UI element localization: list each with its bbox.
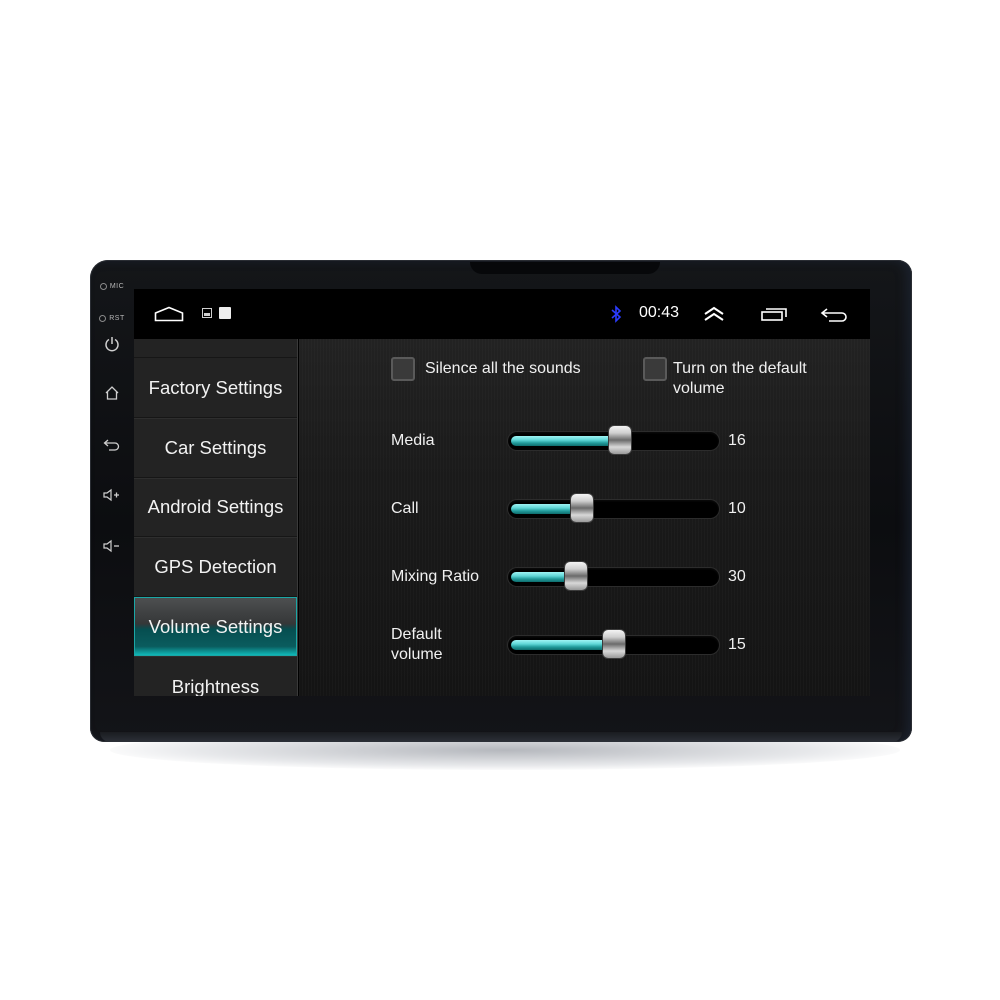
slider-thumb[interactable] <box>571 494 593 522</box>
checkbox-label: Silence all the sounds <box>425 360 581 377</box>
sidebar-item-label: Brightness <box>171 675 260 697</box>
device-top-notch <box>470 262 660 274</box>
hardware-home-button[interactable] <box>90 383 134 403</box>
sidebar-item-label: Android Settings <box>147 495 284 517</box>
nav-home-button[interactable] <box>154 306 184 322</box>
home-icon <box>105 386 119 400</box>
slider-thumb[interactable] <box>565 562 587 590</box>
recent-apps-icon <box>761 308 787 321</box>
reset-button[interactable]: RST <box>90 312 134 324</box>
silence-all-sounds-checkbox[interactable] <box>391 357 415 381</box>
slider-label: Call <box>391 500 419 517</box>
hardware-volume-up-button[interactable] <box>90 485 134 505</box>
settings-sidebar[interactable]: Factory Settings Car Settings Android Se… <box>134 339 298 696</box>
sidebar-item-volume-settings[interactable]: Volume Settings <box>134 597 297 656</box>
expand-button[interactable] <box>703 306 725 322</box>
slider-value: 30 <box>728 568 746 585</box>
bluetooth-status <box>610 305 622 323</box>
mic-label: MIC <box>109 282 125 290</box>
sidebar-item-label: GPS Detection <box>154 555 277 577</box>
clock: 00:43 <box>639 304 680 321</box>
mic-indicator: MIC <box>90 280 134 292</box>
reset-hole-icon <box>99 314 107 322</box>
slider-thumb[interactable] <box>603 630 625 658</box>
default-volume-slider[interactable] <box>508 630 719 658</box>
volume-settings-panel: Silence all the sounds Turn on the defau… <box>299 339 870 696</box>
recent-apps-button[interactable] <box>761 307 787 321</box>
back-icon <box>103 439 120 451</box>
media-volume-slider[interactable] <box>508 426 719 454</box>
status-bar: 00:43 <box>134 289 870 339</box>
screen: 00:43 Factory Settings Car Settings Andr… <box>134 289 870 696</box>
checkbox-label: Turn on the default volume <box>673 360 807 397</box>
slider-label: Media <box>391 432 435 449</box>
sidebar-item-brightness[interactable]: Brightness <box>134 657 297 697</box>
default-volume-option[interactable]: Turn on the default volume <box>643 357 843 399</box>
media-slider-row: Media 16 <box>299 421 870 461</box>
white-square-notification-icon <box>219 307 231 319</box>
slider-label: Default volume <box>391 626 443 663</box>
bluetooth-icon <box>611 305 622 323</box>
default-volume-slider-row: Default volume 15 <box>299 625 870 665</box>
chevron-double-up-icon <box>704 306 724 321</box>
sidebar-item-android-settings[interactable]: Android Settings <box>134 477 297 537</box>
mixing-ratio-slider[interactable] <box>508 562 719 590</box>
power-icon <box>105 337 119 352</box>
volume-down-icon <box>103 539 119 553</box>
slider-thumb[interactable] <box>609 426 631 454</box>
sidebar-item-partial[interactable] <box>134 339 297 358</box>
back-arrow-icon <box>820 308 847 322</box>
sidebar-item-factory-settings[interactable]: Factory Settings <box>134 358 297 418</box>
slider-value: 15 <box>728 636 746 653</box>
call-slider-row: Call 10 <box>299 489 870 529</box>
sidebar-item-label: Car Settings <box>164 436 267 458</box>
sidebar-item-car-settings[interactable]: Car Settings <box>134 418 297 478</box>
call-volume-slider[interactable] <box>508 494 719 522</box>
slider-fill <box>511 436 620 446</box>
slider-value: 16 <box>728 432 746 449</box>
silence-all-sounds-option[interactable]: Silence all the sounds <box>391 357 581 381</box>
hardware-volume-down-button[interactable] <box>90 536 134 556</box>
mixing-ratio-slider-row: Mixing Ratio 30 <box>299 557 870 597</box>
sidebar-item-gps-detection[interactable]: GPS Detection <box>134 537 297 597</box>
slider-value: 10 <box>728 500 746 517</box>
home-outline-icon <box>154 306 184 322</box>
default-volume-checkbox[interactable] <box>643 357 667 381</box>
sidebar-item-label: Volume Settings <box>148 615 283 637</box>
volume-up-icon <box>103 488 119 502</box>
slider-fill <box>511 640 614 650</box>
nav-back-button[interactable] <box>820 307 848 323</box>
rst-label: RST <box>109 314 125 322</box>
mic-hole-icon <box>99 282 107 290</box>
hardware-back-button[interactable] <box>90 435 134 455</box>
slider-label: Mixing Ratio <box>391 568 480 585</box>
image-notification <box>202 308 212 318</box>
device-bottom-edge <box>100 732 902 742</box>
image-notification-icon <box>202 308 212 318</box>
sidebar-item-label: Factory Settings <box>148 376 283 398</box>
power-button[interactable] <box>90 334 134 354</box>
white-square-notification <box>219 307 231 319</box>
